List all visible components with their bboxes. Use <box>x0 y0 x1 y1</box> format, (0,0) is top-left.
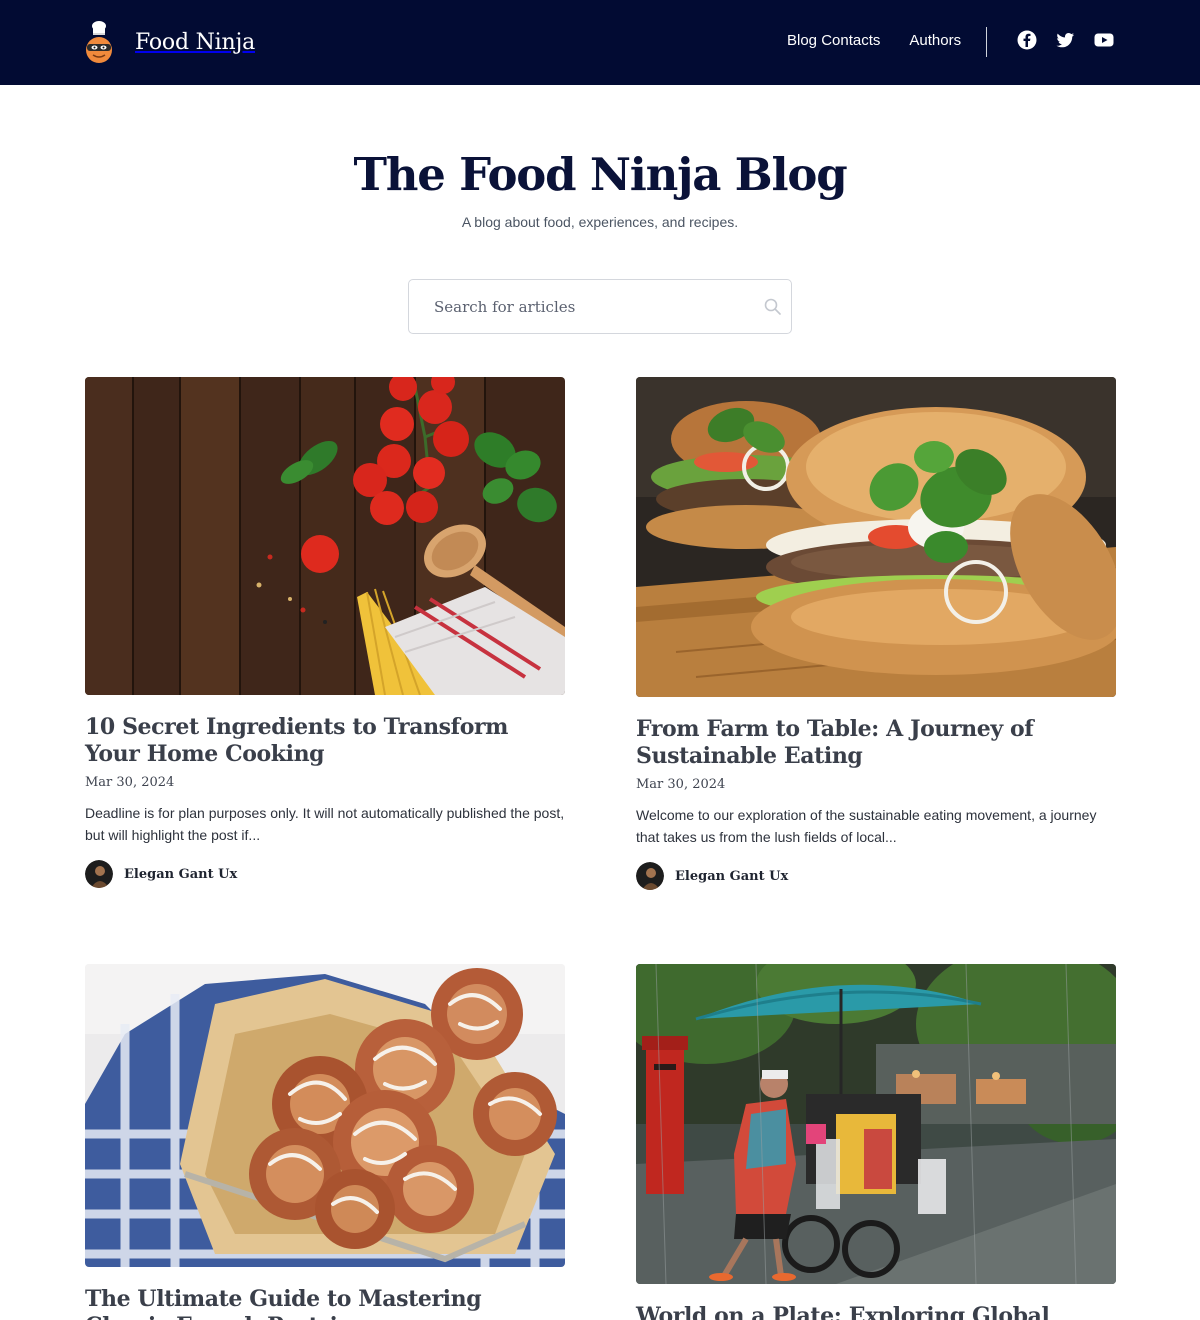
post-image[interactable] <box>636 377 1116 697</box>
search-box <box>408 279 792 334</box>
post-card[interactable]: From Farm to Table: A Journey of Sustain… <box>636 377 1116 890</box>
post-card[interactable]: World on a Plate: Exploring Global Stree… <box>636 964 1116 1320</box>
brand-name: Food Ninja <box>135 29 256 55</box>
nav-link-authors[interactable]: Authors <box>909 32 961 49</box>
author-name: Elegan Gant Ux <box>675 868 789 884</box>
post-title[interactable]: The Ultimate Guide to Mastering Classic … <box>85 1286 565 1320</box>
site-header: Food Ninja Blog Contacts Authors <box>0 0 1200 85</box>
avatar <box>85 860 113 888</box>
post-title[interactable]: World on a Plate: Exploring Global Stree… <box>636 1303 1116 1320</box>
post-author[interactable]: Elegan Gant Ux <box>636 862 1116 890</box>
twitter-icon[interactable] <box>1055 30 1075 50</box>
post-date: Mar 30, 2024 <box>85 775 175 790</box>
page-title: The Food Ninja Blog <box>353 148 847 201</box>
avatar <box>636 862 664 890</box>
post-excerpt: Deadline is for plan purposes only. It w… <box>85 805 565 843</box>
youtube-icon[interactable] <box>1094 30 1114 50</box>
main-nav: Blog Contacts Authors <box>787 32 961 49</box>
post-author[interactable]: Elegan Gant Ux <box>85 860 565 888</box>
post-card[interactable]: 10 Secret Ingredients to Transform Your … <box>85 377 565 888</box>
post-title[interactable]: From Farm to Table: A Journey of Sustain… <box>636 716 1116 770</box>
page-subtitle: A blog about food, experiences, and reci… <box>461 214 739 230</box>
post-title[interactable]: 10 Secret Ingredients to Transform Your … <box>85 714 565 768</box>
post-image[interactable] <box>85 377 565 695</box>
search-icon[interactable] <box>764 298 781 315</box>
facebook-icon[interactable] <box>1017 30 1037 50</box>
nav-divider <box>986 27 987 57</box>
author-name: Elegan Gant Ux <box>124 866 238 882</box>
ninja-chef-logo <box>86 21 112 63</box>
post-card[interactable]: The Ultimate Guide to Mastering Classic … <box>85 964 565 1320</box>
post-image[interactable] <box>636 964 1116 1284</box>
search-input[interactable] <box>409 280 791 333</box>
brand-link[interactable]: Food Ninja <box>84 20 255 64</box>
nav-link-blog-contacts[interactable]: Blog Contacts <box>787 32 880 49</box>
post-date: Mar 30, 2024 <box>636 777 726 792</box>
post-image[interactable] <box>85 964 565 1267</box>
post-excerpt: Welcome to our exploration of the sustai… <box>636 807 1097 845</box>
